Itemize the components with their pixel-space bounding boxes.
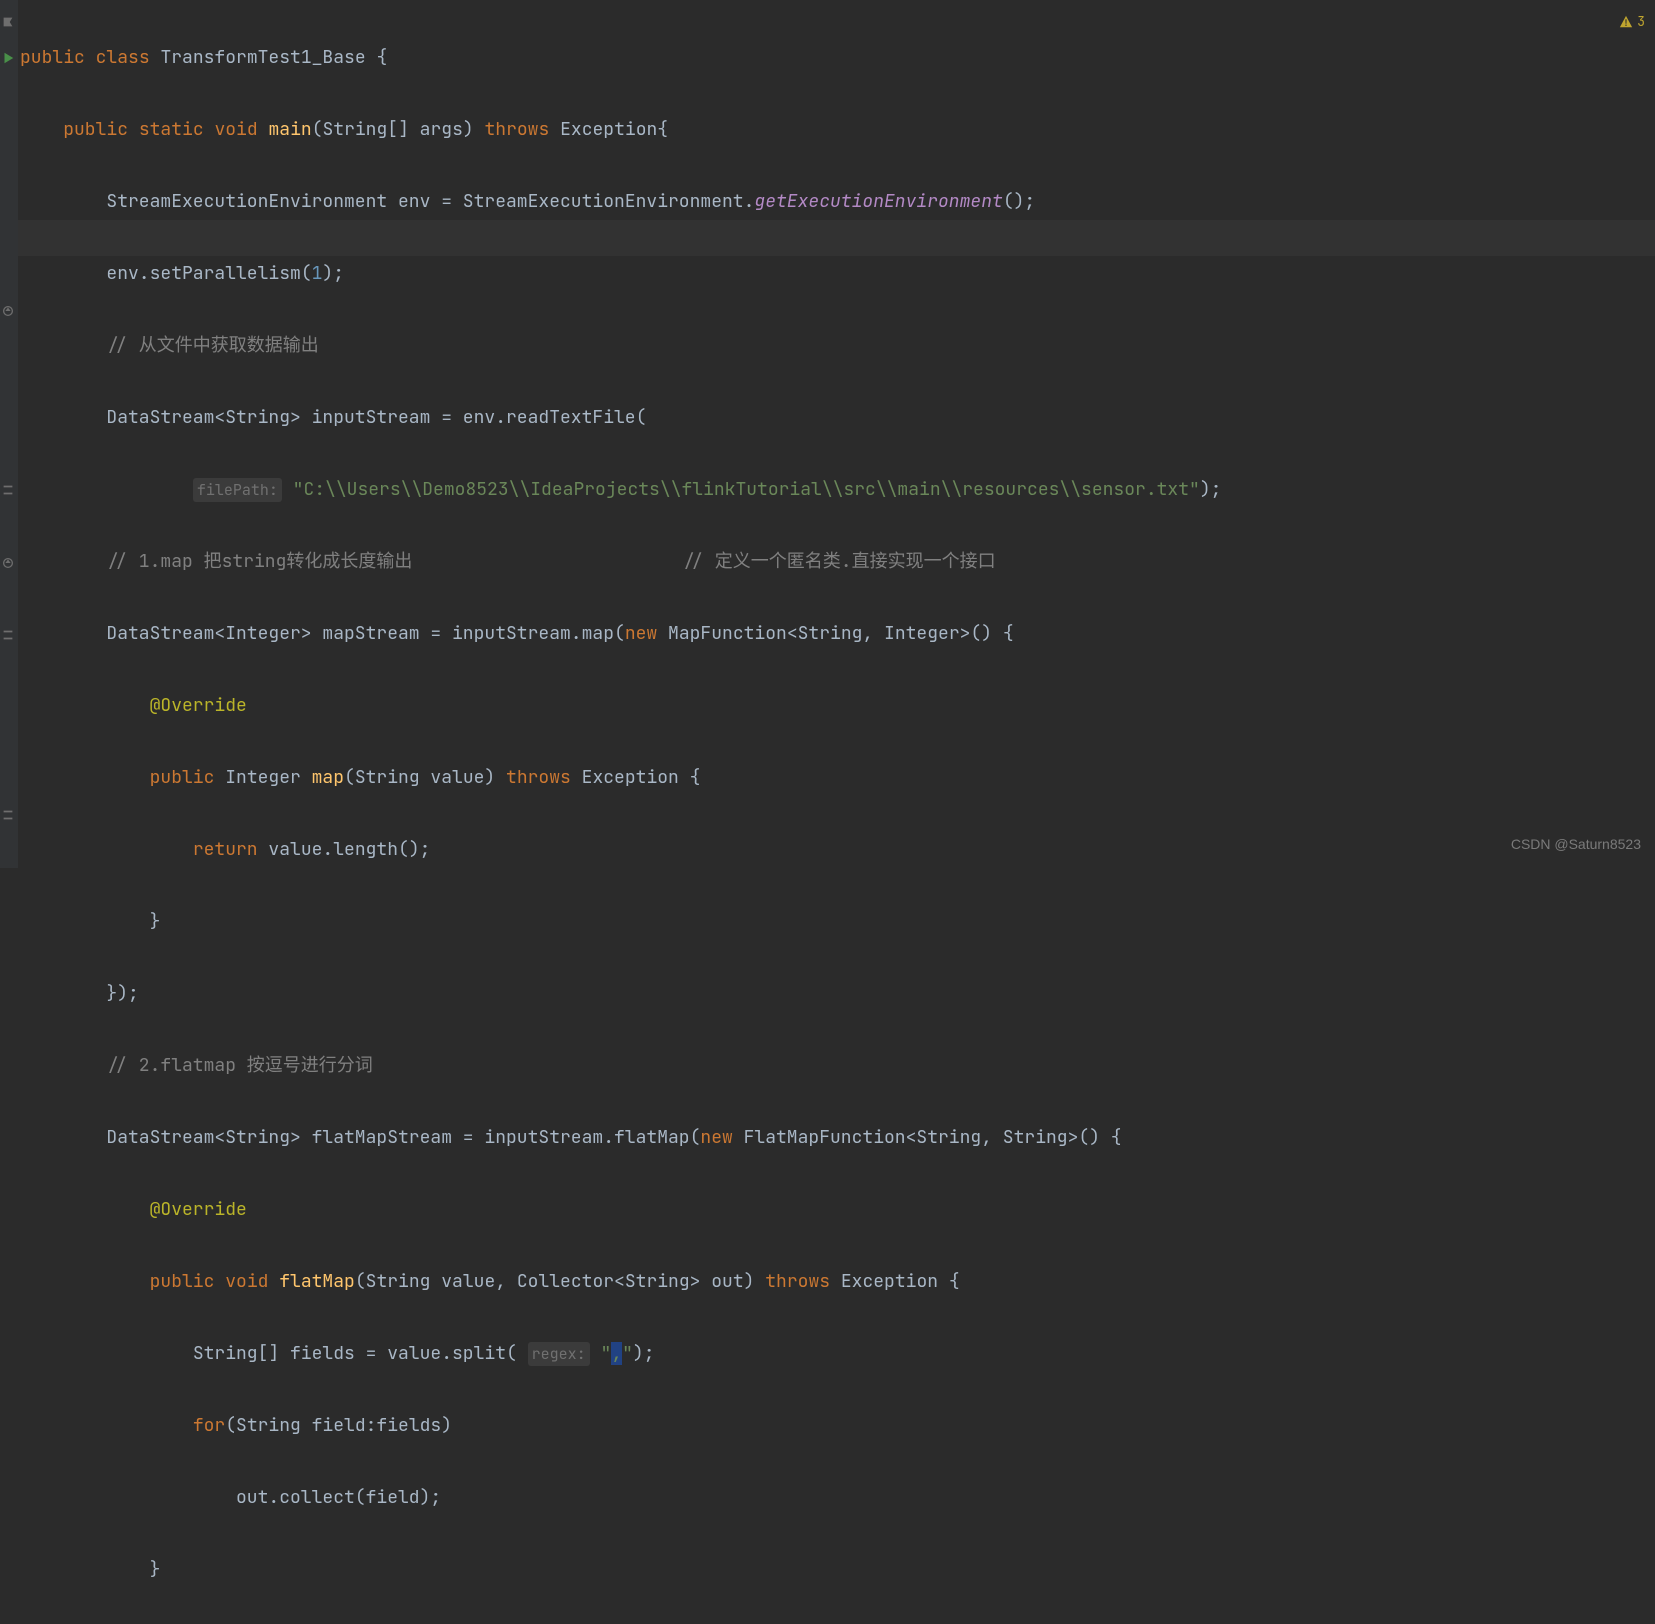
- code-line: public class TransformTest1_Base {: [20, 40, 1655, 76]
- code-line: env.setParallelism(1);: [20, 256, 1655, 292]
- code-line: }: [20, 1552, 1655, 1588]
- code-line: StreamExecutionEnvironment env = StreamE…: [20, 184, 1655, 220]
- code-line: // 2.flatmap 按逗号进行分词: [20, 1048, 1655, 1084]
- code-line: filePath: "C:\\Users\\Demo8523\\IdeaProj…: [20, 472, 1655, 508]
- code-line: public static void main(String[] args) t…: [20, 112, 1655, 148]
- code-line: // 从文件中获取数据输出: [20, 328, 1655, 364]
- code-line: // 1.map 把string转化成长度输出 // 定义一个匿名类.直接实现一…: [20, 544, 1655, 580]
- code-line: }: [20, 904, 1655, 940]
- code-line: @Override: [20, 1192, 1655, 1228]
- watermark: CSDN @Saturn8523: [1511, 826, 1641, 862]
- code-line: DataStream<String> flatMapStream = input…: [20, 1120, 1655, 1156]
- code-line: out.collect(field);: [20, 1480, 1655, 1516]
- code-line: String[] fields = value.split( regex: ",…: [20, 1336, 1655, 1372]
- collapse-icon[interactable]: [1, 483, 15, 497]
- code-line: for(String field:fields): [20, 1408, 1655, 1444]
- code-line: });: [20, 976, 1655, 1012]
- collapse-icon[interactable]: [1, 808, 15, 822]
- warning-badge[interactable]: 3: [1619, 4, 1645, 40]
- warning-count: 3: [1637, 4, 1645, 40]
- warning-icon: [1619, 15, 1633, 29]
- code-line: return value.length();: [20, 832, 1655, 868]
- override-marker-icon[interactable]: [1, 304, 15, 318]
- class-marker-icon: [1, 15, 15, 29]
- code-line: public Integer map(String value) throws …: [20, 760, 1655, 796]
- code-line: public void flatMap(String value, Collec…: [20, 1264, 1655, 1300]
- collapse-icon[interactable]: [1, 628, 15, 642]
- current-line-highlight: [18, 220, 1655, 256]
- code-line: DataStream<Integer> mapStream = inputStr…: [20, 616, 1655, 652]
- code-line: @Override: [20, 688, 1655, 724]
- run-main-icon[interactable]: [1, 51, 15, 65]
- param-hint: filePath:: [193, 478, 282, 502]
- gutter: [0, 0, 18, 868]
- override-marker-icon[interactable]: [1, 556, 15, 570]
- param-hint: regex:: [528, 1342, 590, 1366]
- code-line: DataStream<String> inputStream = env.rea…: [20, 400, 1655, 436]
